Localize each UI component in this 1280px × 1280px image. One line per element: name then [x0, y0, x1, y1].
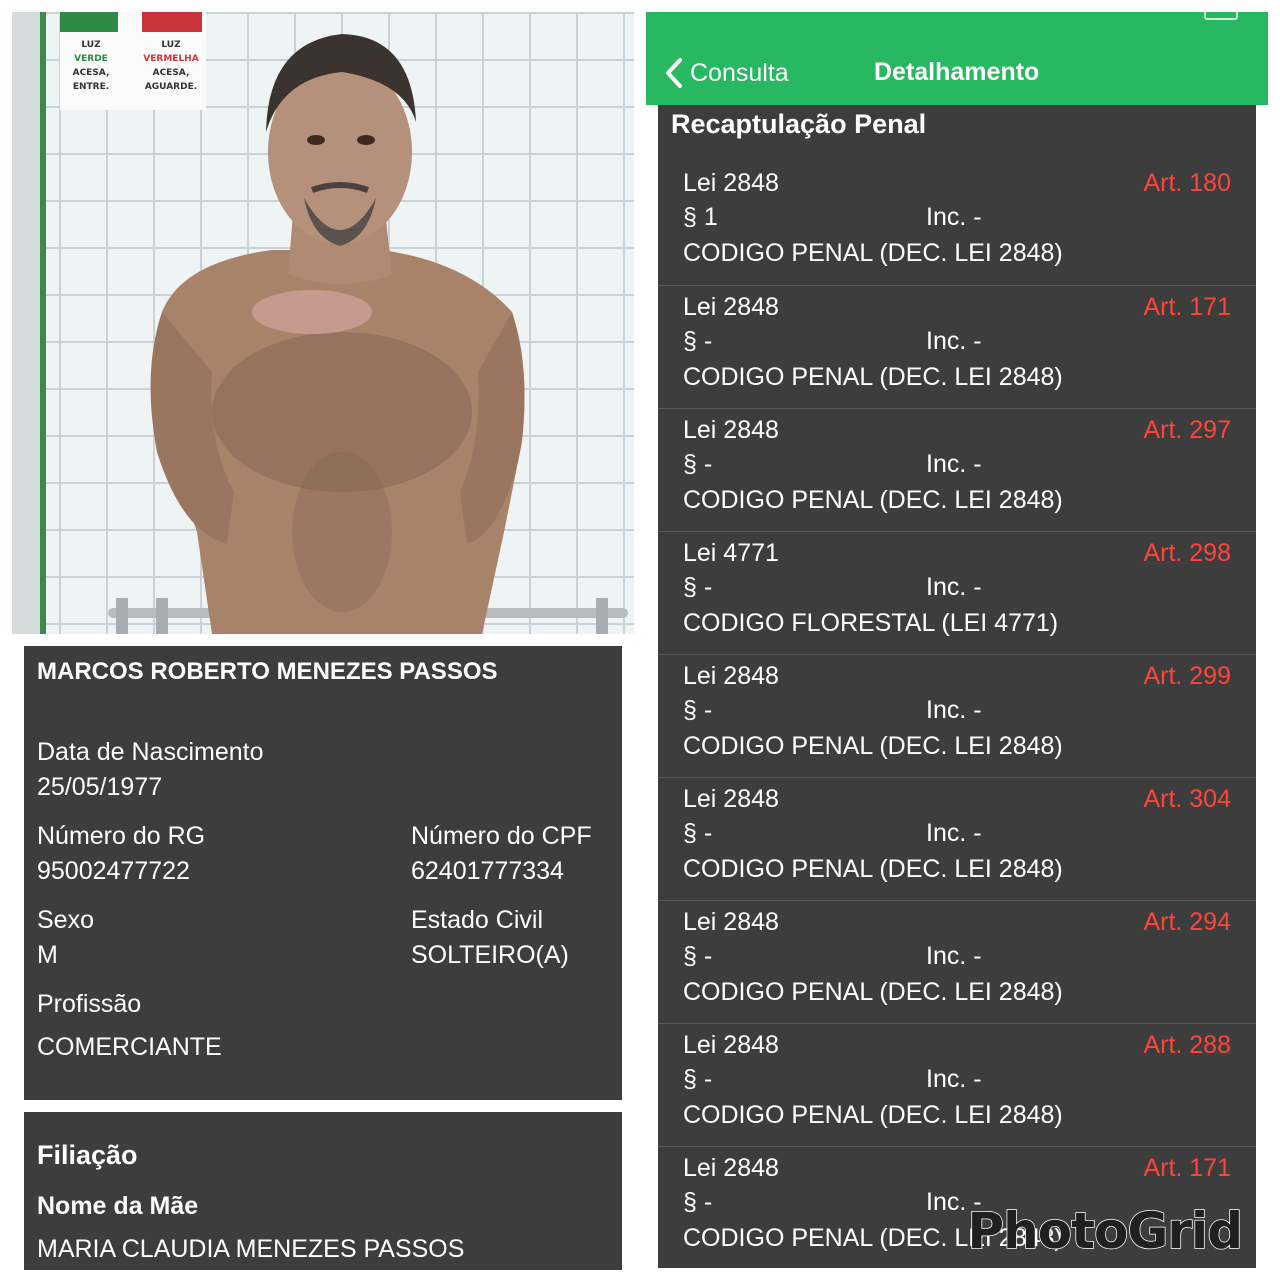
list-item[interactable]: Lei 2848 Art. 294 § - Inc. - CODIGO PENA…: [658, 900, 1256, 1024]
nav-title: Detalhamento: [874, 58, 1040, 86]
battery-icon: [1204, 12, 1238, 20]
mugshot-photo: LUZ VERDE ACESA, ENTRE. LUZ VERMELHA ACE…: [12, 12, 634, 634]
list-item[interactable]: Lei 2848 Art. 180 § 1 Inc. - CODIGO PENA…: [658, 162, 1256, 285]
code-name: CODIGO PENAL (DEC. LEI 2848): [683, 239, 1063, 267]
law-number: Lei 2848: [683, 416, 779, 444]
paragraph: § 1: [683, 203, 718, 231]
list-item[interactable]: Lei 2848 Art. 297 § - Inc. - CODIGO PENA…: [658, 408, 1256, 532]
civil-status-value: SOLTEIRO(A): [411, 941, 569, 969]
law-number: Lei 2848: [683, 785, 779, 813]
filiation-title: Filiação: [37, 1140, 138, 1170]
code-name: CODIGO PENAL (DEC. LEI 2848): [683, 1101, 1063, 1129]
rg-label: Número do RG: [37, 822, 206, 850]
code-name: CODIGO PENAL (DEC. LEI 2848): [683, 855, 1063, 883]
inciso: Inc. -: [926, 203, 982, 231]
article-number: Art. 288: [1143, 1031, 1231, 1059]
code-name: CODIGO FLORESTAL (LEI 4771): [683, 609, 1059, 637]
paragraph: § -: [683, 819, 713, 847]
inciso: Inc. -: [926, 573, 982, 601]
law-number: Lei 4771: [683, 539, 779, 567]
paragraph: § -: [683, 573, 713, 601]
article-number: Art. 294: [1143, 908, 1231, 936]
code-name: CODIGO PENAL (DEC. LEI 2848): [683, 363, 1063, 391]
code-name: CODIGO PENAL (DEC. LEI 2848): [683, 486, 1063, 514]
person-figure: [150, 34, 525, 634]
birth-date-label: Data de Nascimento: [37, 738, 264, 766]
back-button[interactable]: Consulta: [662, 56, 789, 90]
list-item[interactable]: Lei 2848 Art. 304 § - Inc. - CODIGO PENA…: [658, 777, 1256, 901]
law-number: Lei 2848: [683, 662, 779, 690]
article-number: Art. 171: [1143, 1154, 1231, 1182]
inciso: Inc. -: [926, 942, 982, 970]
inciso: Inc. -: [926, 696, 982, 724]
inciso: Inc. -: [926, 327, 982, 355]
code-name: CODIGO PENAL (DEC. LEI 2848): [683, 732, 1063, 760]
paragraph: § -: [683, 696, 713, 724]
code-name: CODIGO PENAL (DEC. LEI 2848): [683, 978, 1063, 1006]
law-number: Lei 2848: [683, 1031, 779, 1059]
sex-value: M: [37, 941, 58, 969]
inciso: Inc. -: [926, 1065, 982, 1093]
profession-label: Profissão: [37, 990, 142, 1018]
chevron-left-icon: [666, 58, 682, 88]
person-name: MARCOS ROBERTO MENEZES PASSOS: [37, 658, 498, 685]
phone-screen: Consulta Detalhamento Recaptulação Penal…: [646, 12, 1268, 1268]
inciso: Inc. -: [926, 819, 982, 847]
sex-label: Sexo: [37, 906, 94, 934]
law-number: Lei 2848: [683, 1154, 779, 1182]
article-number: Art. 180: [1143, 169, 1231, 197]
civil-status-label: Estado Civil: [411, 906, 543, 934]
article-number: Art. 298: [1143, 539, 1231, 567]
law-number: Lei 2848: [683, 169, 779, 197]
paragraph: § -: [683, 450, 713, 478]
back-label: Consulta: [690, 58, 789, 87]
birth-date-value: 25/05/1977: [37, 773, 163, 801]
cpf-label: Número do CPF: [411, 822, 592, 850]
filiation-card: Filiação Nome da Mãe MARIA CLAUDIA MENEZ…: [24, 1112, 622, 1270]
paragraph: § -: [683, 327, 713, 355]
recap-list: Recaptulação Penal Lei 2848 Art. 180 § 1…: [658, 105, 1256, 1268]
paragraph: § -: [683, 1065, 713, 1093]
recap-title: Recaptulação Penal: [671, 109, 927, 139]
inciso: Inc. -: [926, 450, 982, 478]
article-number: Art. 304: [1143, 785, 1231, 813]
article-number: Art. 299: [1143, 662, 1231, 690]
rg-value: 95002477722: [37, 857, 190, 885]
list-item[interactable]: Lei 4771 Art. 298 § - Inc. - CODIGO FLOR…: [658, 531, 1256, 655]
law-number: Lei 2848: [683, 908, 779, 936]
paragraph: § -: [683, 1188, 713, 1216]
profession-value: COMERCIANTE: [37, 1033, 222, 1061]
list-item[interactable]: Lei 2848 Art. 288 § - Inc. - CODIGO PENA…: [658, 1023, 1256, 1147]
law-number: Lei 2848: [683, 293, 779, 321]
list-item[interactable]: Lei 2848 Art. 171 § - Inc. - CODIGO PENA…: [658, 285, 1256, 409]
article-number: Art. 297: [1143, 416, 1231, 444]
cpf-value: 62401777334: [411, 857, 564, 885]
list-item[interactable]: Lei 2848 Art. 299 § - Inc. - CODIGO PENA…: [658, 654, 1256, 778]
nav-bar: Consulta Detalhamento: [646, 12, 1268, 105]
profile-card: MARCOS ROBERTO MENEZES PASSOS Data de Na…: [24, 646, 622, 1100]
mother-name-label: Nome da Mãe: [37, 1192, 199, 1220]
mother-name-value: MARIA CLAUDIA MENEZES PASSOS: [37, 1235, 465, 1263]
photogrid-watermark: PhotoGrid: [967, 1201, 1244, 1261]
paragraph: § -: [683, 942, 713, 970]
article-number: Art. 171: [1143, 293, 1231, 321]
